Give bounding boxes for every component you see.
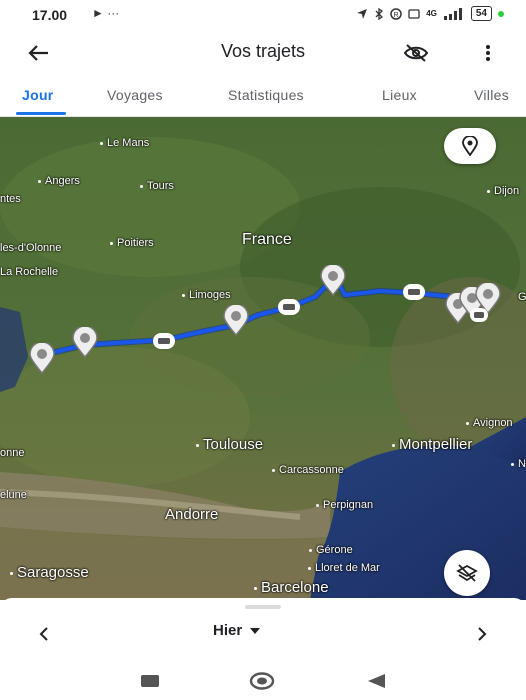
car-icon[interactable] [278, 299, 300, 315]
place-montpellier: Montpellier [392, 436, 472, 453]
car-icon[interactable] [470, 308, 488, 322]
place-angers: Angers [38, 175, 80, 187]
place-pin-icon[interactable] [222, 305, 250, 337]
layers-off-icon [456, 564, 478, 582]
place-pin-icon[interactable] [319, 265, 347, 297]
tab-villes[interactable]: Villes [474, 87, 509, 103]
more-options-button[interactable] [476, 38, 500, 68]
place-barcelone: Barcelone [254, 579, 329, 596]
place-pin-icon[interactable] [28, 343, 56, 375]
place-toulouse: Toulouse [196, 436, 263, 453]
sheet-drag-handle[interactable] [245, 605, 281, 609]
date-dropdown[interactable]: Hier [213, 622, 261, 639]
page-title: Vos trajets [220, 41, 306, 61]
car-icon[interactable] [403, 284, 425, 300]
place-limoges: Limoges [182, 289, 231, 301]
place-pin-icon[interactable] [71, 327, 99, 359]
triangle-back-icon [368, 674, 385, 688]
place-avignon: Avignon [466, 417, 513, 429]
place-la-rochelle: La Rochelle [0, 266, 59, 278]
network-type: 4G [426, 9, 437, 18]
place-lloret-de-mar: Lloret de Mar [308, 562, 380, 574]
previous-day-button[interactable] [30, 620, 58, 648]
system-back-button[interactable] [363, 670, 389, 692]
place-poitiers: Poitiers [110, 237, 154, 249]
tab-voyages[interactable]: Voyages [107, 87, 163, 103]
place-dijon: Dijon [487, 185, 519, 197]
tab-statistiques[interactable]: Statistiques [228, 87, 304, 103]
square-icon [141, 675, 159, 687]
next-day-button[interactable] [468, 620, 496, 648]
navigation-icon [357, 8, 368, 19]
map-view[interactable]: Le Mans ntes Angers Tours Dijon les-d'Ol… [0, 117, 526, 600]
status-icons: R 4G 54 [356, 6, 504, 21]
place-nantes: ntes [0, 193, 21, 205]
chevron-left-icon [39, 627, 48, 641]
battery-level: 54 [470, 6, 492, 21]
signal-icon [443, 7, 462, 20]
place-edge-g: G [518, 291, 526, 303]
tab-lieux[interactable]: Lieux [382, 87, 417, 103]
system-navigation-bar [0, 662, 526, 700]
caret-down-icon [250, 627, 261, 634]
home-button[interactable] [249, 670, 275, 692]
place-bayonne: onne [0, 447, 25, 459]
hide-location-button[interactable] [398, 38, 434, 68]
place-carcassonne: Carcassonne [272, 464, 344, 476]
place-edge-n: N [511, 458, 526, 470]
data-saver-icon: R [390, 7, 402, 20]
place-gerone: Gérone [309, 544, 353, 556]
date-navigation-sheet: Hier [0, 598, 526, 662]
bluetooth-icon [375, 7, 384, 20]
app-bar: Vos trajets [0, 30, 526, 76]
layers-toggle-button[interactable] [444, 550, 490, 596]
place-sables-d-olonne: les-d'Olonne [0, 242, 62, 254]
recents-button[interactable] [137, 670, 163, 692]
active-tab-indicator [16, 112, 66, 115]
sim-icon [408, 8, 420, 19]
svg-text:R: R [394, 12, 399, 19]
my-location-pin-icon [462, 136, 478, 156]
tab-bar: Jour Voyages Statistiques Lieux Villes [0, 76, 526, 117]
status-bar: 17.00 ► ··· R 4G 54 [0, 0, 526, 30]
chevron-right-icon [478, 627, 487, 641]
place-france: France [242, 231, 292, 248]
car-icon[interactable] [153, 333, 175, 349]
tab-jour[interactable]: Jour [22, 87, 54, 103]
privacy-indicator-icon [498, 10, 504, 17]
place-perpignan: Perpignan [316, 499, 373, 511]
location-off-icon [403, 44, 429, 62]
place-saragosse: Saragosse [10, 564, 89, 581]
status-time: 17.00 [32, 7, 68, 23]
date-label: Hier [213, 622, 243, 639]
place-andorre: Andorre [165, 506, 219, 523]
my-location-button[interactable] [444, 128, 496, 164]
status-notification-icons: ► ··· [92, 6, 120, 20]
place-pamplune: elune [0, 489, 27, 501]
place-tours: Tours [140, 180, 174, 192]
place-le-mans: Le Mans [100, 137, 149, 149]
circle-icon [249, 672, 275, 690]
more-vert-icon [486, 45, 490, 61]
